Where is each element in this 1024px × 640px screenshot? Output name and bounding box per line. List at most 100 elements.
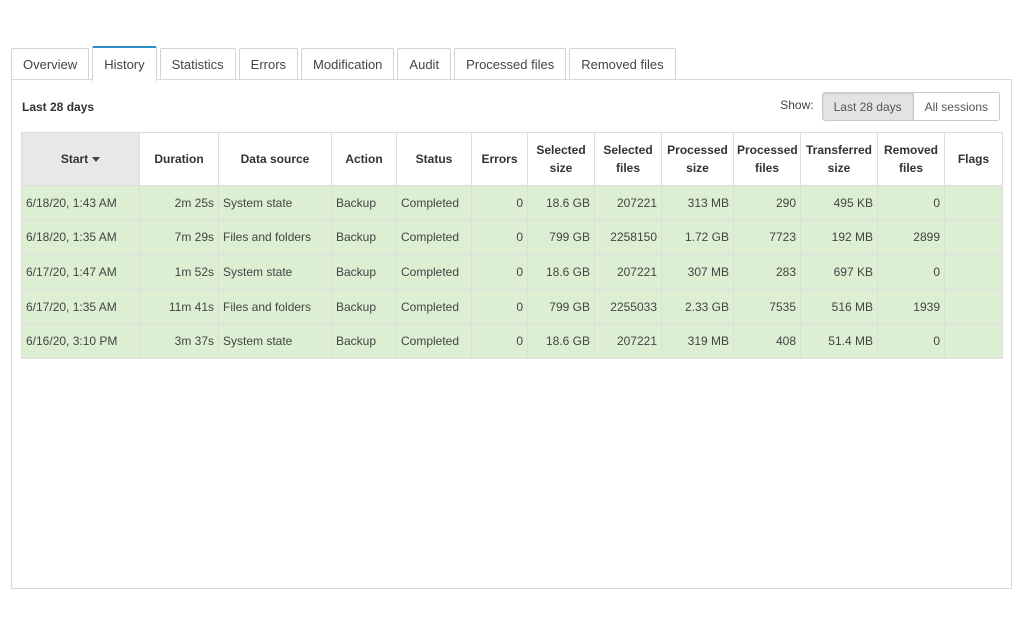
column-header-transferred-size[interactable]: Transferred size (800, 132, 878, 186)
cell-data-source: Files and folders (218, 288, 332, 325)
tab-history[interactable]: History (92, 46, 157, 81)
table-row[interactable]: 6/16/20, 3:10 PM 3m 37s System state Backup… (21, 323, 1003, 359)
cell-data-source: System state (218, 185, 332, 221)
column-header-data-source[interactable]: Data source (218, 132, 332, 186)
cell-duration: 2m 25s (139, 185, 219, 221)
cell-start: 6/18/20, 1:35 AM (21, 219, 140, 256)
show-label: Show: (780, 97, 814, 112)
cell-processed-size: 307 MB (661, 254, 734, 290)
cell-processed-size: 1.72 GB (661, 219, 734, 256)
cell-action: Backup (331, 288, 397, 325)
tab-audit[interactable]: Audit (397, 48, 452, 80)
cell-selected-files: 207221 (594, 323, 662, 359)
table-row[interactable]: 6/17/20, 1:47 AM 1m 52s System state Backup… (21, 254, 1003, 290)
cell-flags (944, 185, 1003, 221)
tab-processed-files[interactable]: Processed files (454, 48, 567, 80)
cell-status: Completed (396, 219, 472, 256)
cell-flags (944, 219, 1003, 256)
all-sessions-button[interactable]: All sessions (913, 93, 999, 120)
cell-status: Completed (396, 323, 472, 359)
cell-selected-size: 799 GB (527, 288, 595, 325)
column-header-start[interactable]: Start (21, 132, 140, 186)
cell-processed-size: 319 MB (661, 323, 734, 359)
column-header-status[interactable]: Status (396, 132, 472, 186)
cell-removed-files: 0 (877, 185, 945, 221)
column-header-label: files (615, 161, 640, 175)
cell-processed-files[interactable]: 7723 (733, 219, 801, 256)
column-header-label: Selected (536, 143, 586, 157)
tab-overview[interactable]: Overview (11, 48, 90, 80)
column-header-label: size (549, 161, 573, 175)
column-header-label: size (686, 161, 709, 175)
tab-removed-files[interactable]: Removed files (569, 48, 676, 80)
column-header-label: Processed (667, 143, 728, 157)
column-header-processed-files[interactable]: Processed files (733, 132, 801, 186)
tab-bar: Overview History Statistics Errors Modif… (11, 45, 679, 81)
column-header-removed-files[interactable]: Removed files (877, 132, 945, 186)
cell-start: 6/16/20, 3:10 PM (21, 323, 140, 359)
column-header-errors[interactable]: Errors (471, 132, 528, 186)
cell-action: Backup (331, 323, 397, 359)
cell-flags (944, 323, 1003, 359)
cell-selected-size: 18.6 GB (527, 185, 595, 221)
column-header-label: Action (345, 152, 383, 166)
cell-processed-files[interactable]: 290 (733, 185, 801, 221)
cell-errors: 0 (471, 185, 528, 221)
cell-status: Completed (396, 288, 472, 325)
cell-duration: 1m 52s (139, 254, 219, 290)
column-header-label: files (898, 161, 923, 175)
cell-status: Completed (396, 185, 472, 221)
column-header-label: size (827, 161, 851, 175)
column-header-label: Duration (154, 152, 204, 166)
table-body: 6/18/20, 1:43 AM 2m 25s System state Backup… (21, 185, 1003, 359)
cell-errors: 0 (471, 323, 528, 359)
column-header-label: Errors (481, 152, 518, 166)
column-header-label: Start (60, 152, 89, 166)
cell-selected-files: 207221 (594, 254, 662, 290)
cell-transferred-size: 516 MB (800, 288, 878, 325)
table-header-row: Start Duration Data source Action Status Erro… (21, 132, 1003, 186)
cell-flags (944, 288, 1003, 325)
cell-processed-files[interactable]: 408 (733, 323, 801, 359)
cell-selected-size: 799 GB (527, 219, 595, 256)
history-table: Start Duration Data source Action Status Erro… (21, 132, 1003, 359)
cell-action: Backup (331, 185, 397, 221)
period-toggle: Last 28 days All sessions (821, 92, 1000, 121)
cell-start: 6/17/20, 1:35 AM (21, 288, 140, 325)
column-header-selected-size[interactable]: Selected size (527, 132, 595, 186)
column-header-duration[interactable]: Duration (139, 132, 219, 186)
column-header-label: Processed (737, 143, 798, 157)
last-28-days-button[interactable]: Last 28 days (822, 93, 914, 120)
tab-statistics[interactable]: Statistics (159, 48, 236, 80)
column-header-processed-size[interactable]: Processed size (661, 132, 734, 186)
cell-status: Completed (396, 254, 472, 290)
column-header-label: Status (415, 152, 453, 166)
period-title: Last 28 days (22, 100, 95, 114)
column-header-selected-files[interactable]: Selected files (594, 132, 662, 186)
cell-flags (944, 254, 1003, 290)
cell-removed-files: 0 (877, 254, 945, 290)
cell-data-source: System state (218, 323, 332, 359)
cell-removed-files[interactable]: 2899 (877, 219, 945, 256)
cell-action: Backup (331, 254, 397, 290)
cell-selected-files: 207221 (594, 185, 662, 221)
cell-processed-files[interactable]: 7535 (733, 288, 801, 325)
column-header-label: Data source (240, 152, 310, 166)
column-header-flags[interactable]: Flags (944, 132, 1003, 186)
cell-selected-files: 2258150 (594, 219, 662, 256)
table-row[interactable]: 6/18/20, 1:35 AM 7m 29s Files and folders B… (21, 219, 1003, 256)
tab-errors[interactable]: Errors (238, 48, 299, 80)
table-row[interactable]: 6/18/20, 1:43 AM 2m 25s System state Backup… (21, 185, 1003, 221)
cell-errors: 0 (471, 254, 528, 290)
table-row[interactable]: 6/17/20, 1:35 AM 11m 41s Files and folders… (21, 288, 1003, 325)
cell-removed-files[interactable]: 1939 (877, 288, 945, 325)
column-header-label: Removed (883, 143, 939, 157)
tab-modification[interactable]: Modification (301, 48, 395, 80)
cell-errors: 0 (471, 288, 528, 325)
cell-processed-files[interactable]: 283 (733, 254, 801, 290)
cell-selected-size: 18.6 GB (527, 254, 595, 290)
cell-processed-size: 2.33 GB (661, 288, 734, 325)
cell-action: Backup (331, 219, 397, 256)
column-header-action[interactable]: Action (331, 132, 397, 186)
cell-transferred-size: 495 KB (800, 185, 878, 221)
